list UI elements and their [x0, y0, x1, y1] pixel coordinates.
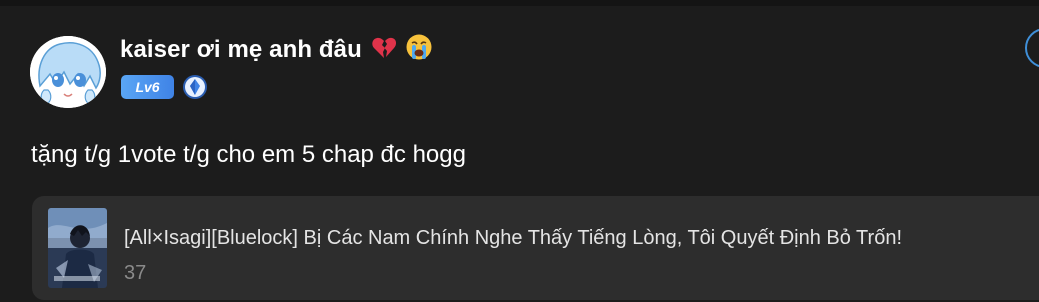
- level-badge: Lv6: [121, 75, 174, 99]
- username-text: kaiser ơi mẹ anh đâu: [120, 36, 362, 63]
- broken-heart-icon: [371, 35, 397, 68]
- story-count: 37: [124, 262, 147, 284]
- avatar-illustration: [30, 36, 106, 108]
- story-title[interactable]: [All×Isagi][Bluelock] Bị Các Nam Chính N…: [124, 227, 902, 250]
- story-cover-image: [48, 208, 107, 288]
- loudly-crying-face-icon: [405, 33, 433, 68]
- rank-gem-icon: [183, 75, 207, 99]
- username[interactable]: kaiser ơi mẹ anh đâu: [120, 33, 433, 68]
- story-card[interactable]: [All×Isagi][Bluelock] Bị Các Nam Chính N…: [32, 196, 1039, 300]
- follow-button[interactable]: [1025, 28, 1039, 68]
- user-avatar[interactable]: [30, 36, 106, 108]
- comment-body: tặng t/g 1vote t/g cho em 5 chap đc hogg: [31, 141, 466, 168]
- comment-panel: kaiser ơi mẹ anh đâu Lv6 tặng t/g 1vote …: [0, 0, 1039, 302]
- user-badges: Lv6: [121, 74, 208, 100]
- top-divider: [0, 0, 1039, 6]
